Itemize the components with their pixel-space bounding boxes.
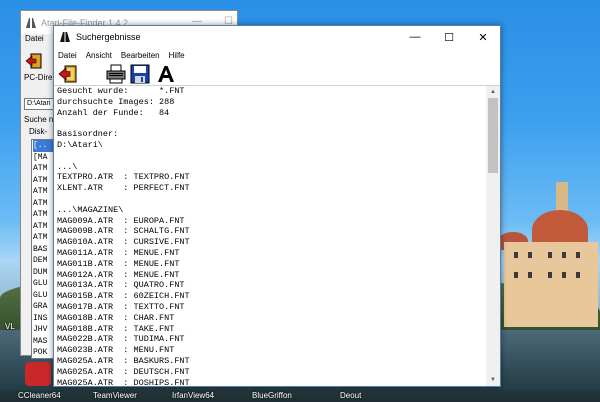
result-line: XLENT.ATR : PERFECT.FNT — [57, 183, 190, 194]
result-line: MAG017B.ATR : TEXTTO.FNT — [57, 301, 185, 312]
castle-window — [548, 252, 552, 258]
menu-bearbeiten[interactable]: Bearbeiten — [121, 51, 160, 60]
scrollbar-thumb[interactable] — [488, 98, 498, 173]
result-line — [57, 194, 487, 205]
result-line: MAG022B.ATR : TUDIMA.FNT — [57, 334, 185, 345]
vertical-scrollbar[interactable]: ▲ ▼ — [486, 86, 500, 386]
pc-directory-label: PC-Dire — [24, 73, 53, 82]
print-button[interactable] — [106, 64, 126, 84]
exit-button[interactable] — [58, 64, 78, 84]
front-window-titlebar[interactable]: Suchergebnisse — ☐ ✕ — [54, 26, 500, 48]
front-window-menubar: Datei Ansicht Bearbeiten Hilfe — [54, 48, 500, 62]
castle-window — [514, 252, 518, 258]
result-line — [57, 151, 487, 162]
floppy-disk-icon — [130, 64, 150, 83]
desktop-label-irfanview[interactable]: IrfanView64 — [172, 391, 214, 400]
castle-window — [576, 272, 580, 278]
desktop-label-ccleaner[interactable]: CCleaner64 — [18, 391, 61, 400]
castle-window — [562, 252, 566, 258]
back-menu-datei[interactable]: Datei — [25, 34, 44, 43]
result-line: Gesucht wurde: *.FNT — [57, 86, 185, 96]
result-line: ...\MAGAZINE\ — [57, 204, 124, 215]
front-window-title: Suchergebnisse — [76, 32, 141, 42]
result-line: MAG023B.ATR : MENU.FNT — [57, 345, 175, 356]
result-line: MAG009A.ATR : EUROPA.FNT — [57, 215, 185, 226]
ccleaner-desktop-icon[interactable] — [25, 362, 51, 386]
maximize-button[interactable]: ☐ — [432, 26, 466, 48]
close-button[interactable]: ✕ — [466, 26, 500, 48]
result-line: MAG025A.ATR : DEUTSCH.FNT — [57, 366, 190, 377]
font-button[interactable] — [156, 64, 176, 84]
menu-hilfe[interactable]: Hilfe — [169, 51, 185, 60]
front-window-toolbar — [54, 62, 500, 86]
front-window-controls: — ☐ ✕ — [398, 26, 500, 48]
result-line — [57, 118, 487, 129]
desktop-label-teamviewer[interactable]: TeamViewer — [93, 391, 137, 400]
result-line: MAG025A.ATR : DOSHIPS.FNT — [57, 377, 190, 386]
atari-app-icon — [60, 32, 70, 42]
result-line: MAG009B.ATR : SCHALTG.FNT — [57, 226, 190, 237]
menu-datei[interactable]: Datei — [58, 51, 77, 60]
castle-window — [576, 252, 580, 258]
minimize-button[interactable]: — — [398, 26, 432, 48]
result-line: MAG011A.ATR : MENUE.FNT — [57, 247, 180, 258]
suchergebnisse-window[interactable]: Suchergebnisse — ☐ ✕ Datei Ansicht Bearb… — [53, 25, 501, 387]
result-line: Anzahl der Funde: 84 — [57, 107, 170, 118]
castle-window — [562, 272, 566, 278]
castle-window — [528, 252, 532, 258]
result-line: MAG010A.ATR : CURSIVE.FNT — [57, 237, 190, 248]
scroll-up-arrow-icon[interactable]: ▲ — [486, 86, 500, 98]
castle-body — [504, 242, 598, 327]
exit-icon — [58, 65, 77, 82]
castle-window — [528, 272, 532, 278]
result-line: MAG011B.ATR : MENUE.FNT — [57, 258, 180, 269]
result-line: D:\Atari\ — [57, 139, 103, 150]
result-line: MAG015B.ATR : 60ZEICH.FNT — [57, 291, 190, 302]
save-button[interactable] — [130, 64, 150, 84]
scroll-down-arrow-icon[interactable]: ▼ — [486, 374, 500, 386]
result-line: MAG012A.ATR : MENUE.FNT — [57, 269, 180, 280]
castle-window — [548, 272, 552, 278]
desktop-label-deout[interactable]: Deout — [340, 391, 361, 400]
result-line: MAG013A.ATR : QUATRO.FNT — [57, 280, 185, 291]
exit-icon[interactable] — [25, 52, 43, 70]
search-label: Suche n — [24, 115, 54, 124]
menu-ansicht[interactable]: Ansicht — [86, 51, 112, 60]
result-line: MAG018B.ATR : TAKE.FNT — [57, 323, 175, 334]
result-line: MAG018B.ATR : CHAR.FNT — [57, 312, 175, 323]
result-line: ...\ — [57, 161, 78, 172]
result-line: MAG025A.ATR : BASKURS.FNT — [57, 355, 190, 366]
font-a-icon — [158, 65, 174, 82]
result-line: Basisordner: — [57, 129, 119, 140]
result-line: TEXTPRO.ATR : TEXTPRO.FNT — [57, 172, 190, 183]
castle-window — [514, 272, 518, 278]
printer-icon — [106, 64, 126, 83]
desktop-icon-label[interactable]: VL — [5, 322, 15, 331]
search-results-text[interactable]: Gesucht wurde: *.FNT durchsuchte Images: … — [55, 86, 487, 386]
disk-group-label: Disk- — [29, 127, 48, 136]
result-line: durchsuchte Images: 288 — [57, 96, 175, 107]
desktop-label-bluegriffon[interactable]: BlueGriffon — [252, 391, 292, 400]
atari-app-icon — [26, 17, 36, 28]
wallpaper-castle — [498, 182, 600, 342]
